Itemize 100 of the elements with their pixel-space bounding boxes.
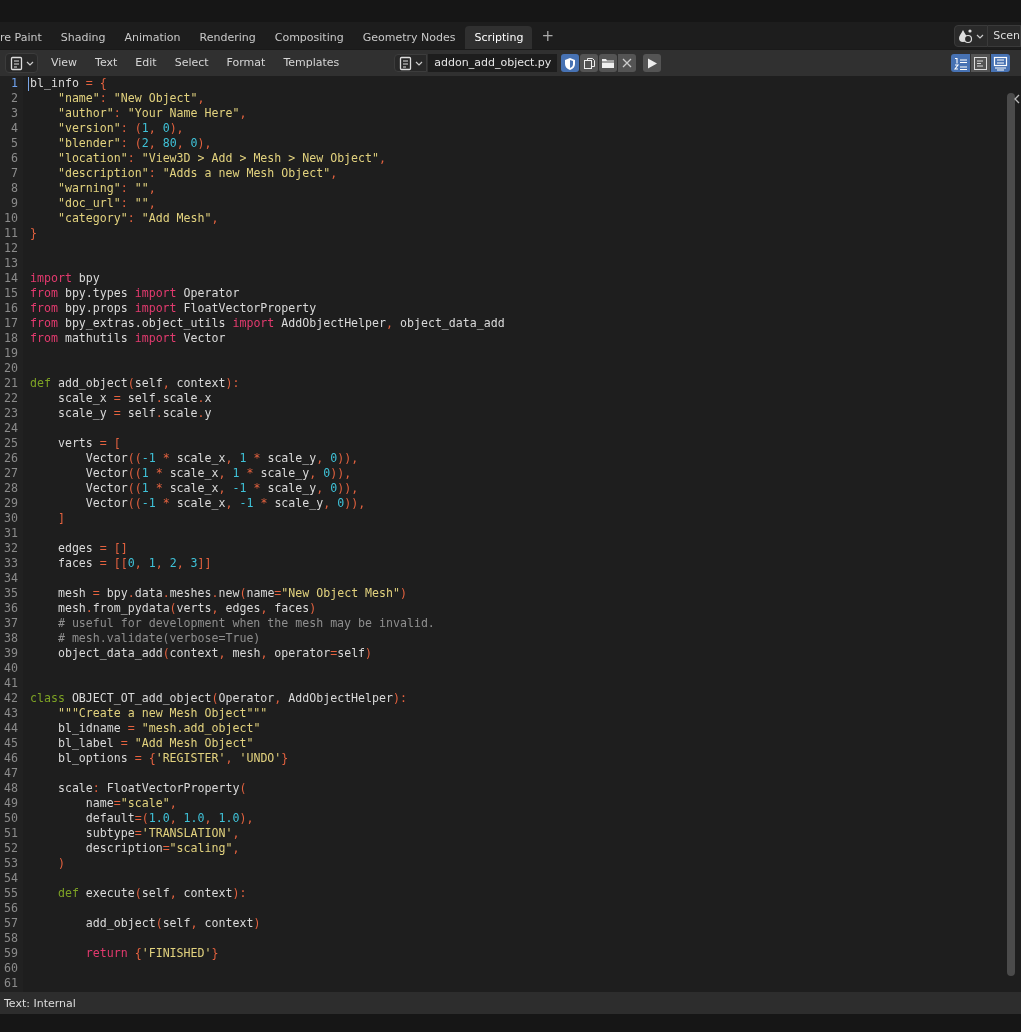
code-line: mesh.from_pydata(verts, edges, faces): [56, 601, 317, 616]
menu-item[interactable]: Templates: [274, 54, 349, 72]
line-number: 38: [3, 631, 18, 646]
menu-item[interactable]: Text: [86, 54, 127, 72]
line-number: 48: [3, 781, 18, 796]
code-line: from bpy.types import Operator: [30, 286, 240, 301]
line-number: 14: [3, 271, 18, 286]
line-number: 36: [3, 601, 18, 616]
line-number: 44: [3, 721, 18, 736]
play-icon: [647, 57, 658, 69]
code-line: object_data_add(context, mesh, operator=self): [56, 646, 373, 661]
code-line: # useful for development when the mesh may be invalid.: [56, 616, 435, 631]
line-number: 37: [3, 616, 18, 631]
line-number: 34: [3, 571, 18, 586]
run-script-button[interactable]: [643, 54, 662, 72]
workspace-tab[interactable]: Scripting: [465, 26, 533, 49]
code-line: from mathutils import Vector: [30, 331, 226, 346]
line-number: 19: [3, 346, 18, 361]
folder-icon: [601, 57, 616, 69]
word-wrap-icon: [973, 55, 988, 71]
view-toggle-button[interactable]: [971, 54, 990, 72]
line-number: 24: [3, 421, 18, 436]
menu-item[interactable]: View: [42, 54, 87, 72]
line-number: 23: [3, 406, 18, 421]
code-line: "version": (1, 0),: [56, 121, 184, 136]
code-line: add_object(self, context): [84, 916, 261, 931]
new-text-button[interactable]: [580, 54, 599, 72]
line-number: 47: [3, 766, 18, 781]
code-line: "author": "Your Name Here",: [56, 106, 247, 121]
line-number: 32: [3, 541, 18, 556]
line-number: 15: [3, 286, 18, 301]
line-number: 18: [3, 331, 18, 346]
text-name-field[interactable]: addon_add_object.py: [428, 54, 558, 72]
line-number: 29: [3, 496, 18, 511]
line-number: 16: [3, 301, 18, 316]
code-line: bl_idname = "mesh.add_object": [56, 721, 261, 736]
line-number: 57: [3, 916, 18, 931]
code-line: class OBJECT_OT_add_object(Operator, AddObjectHelper):: [30, 691, 407, 706]
chevron-left-icon[interactable]: [1014, 94, 1020, 104]
open-file-button[interactable]: [599, 54, 618, 72]
scene-selector[interactable]: Scen: [988, 25, 1021, 47]
line-number: 7: [10, 166, 18, 181]
add-workspace-button[interactable]: +: [533, 26, 562, 45]
line-number: 12: [3, 241, 18, 256]
line-number: 27: [3, 466, 18, 481]
scene-icon: [958, 28, 975, 44]
text-browse-button[interactable]: [394, 54, 428, 72]
fake-user-button[interactable]: [561, 54, 580, 72]
view-toggle-button[interactable]: [951, 54, 970, 72]
status-text: Text: Internal: [4, 996, 76, 1010]
workspace-tab[interactable]: Rendering: [190, 26, 265, 49]
code-line: "name": "New Object",: [56, 91, 205, 106]
workspace-tab[interactable]: Animation: [115, 26, 190, 49]
line-number: 3: [10, 106, 18, 121]
code-line: return {'FINISHED'}: [84, 946, 219, 961]
line-number: 8: [10, 181, 18, 196]
scrollbar[interactable]: [1007, 93, 1015, 976]
workspace-tab[interactable]: re Paint: [0, 26, 51, 49]
code-line: bl_info = {: [30, 76, 107, 91]
code-line: from bpy_extras.object_utils import AddObjectHelper, object_data_add: [30, 316, 505, 331]
unlink-button[interactable]: [618, 54, 637, 72]
caret-icon: [26, 59, 34, 67]
line-number: 46: [3, 751, 18, 766]
line-number: 45: [3, 736, 18, 751]
line-number: 61: [3, 976, 18, 991]
line-number: 25: [3, 436, 18, 451]
line-number: 55: [3, 886, 18, 901]
line-number: 35: [3, 586, 18, 601]
line-number: 30: [3, 511, 18, 526]
code-line: bl_options = {'REGISTER', 'UNDO'}: [56, 751, 289, 766]
menu-item[interactable]: Edit: [126, 54, 166, 72]
code-line: scale_x = self.scale.x: [56, 391, 212, 406]
line-number: 2: [10, 91, 18, 106]
line-number: 22: [3, 391, 18, 406]
code-line: import bpy: [30, 271, 100, 286]
line-number: 10: [3, 211, 18, 226]
menu-item[interactable]: Format: [217, 54, 275, 72]
line-number: 31: [3, 526, 18, 541]
caret-icon: [415, 59, 424, 67]
menu-item[interactable]: Select: [165, 54, 218, 72]
line-number: 56: [3, 901, 18, 916]
line-number: 33: [3, 556, 18, 571]
code-line: Vector((1 * scale_x, 1 * scale_y, 0)),: [84, 466, 352, 481]
code-line: from bpy.props import FloatVectorProperty: [30, 301, 317, 316]
line-number: 54: [3, 871, 18, 886]
workspace-tab[interactable]: Geometry Nodes: [353, 26, 465, 49]
line-number: 51: [3, 826, 18, 841]
line-number: 28: [3, 481, 18, 496]
view-toggle-button[interactable]: [991, 54, 1010, 72]
close-icon: [622, 58, 633, 68]
code-line: mesh = bpy.data.meshes.new(name="New Object Mesh"): [56, 586, 407, 601]
code-line: "doc_url": "",: [56, 196, 156, 211]
code-line: ]: [56, 511, 65, 526]
workspace-tab[interactable]: Compositing: [265, 26, 353, 49]
editor-type-button[interactable]: [5, 53, 38, 73]
code-line: Vector((1 * scale_x, -1 * scale_y, 0)),: [84, 481, 359, 496]
caret-icon: [976, 32, 985, 40]
scene-type-button[interactable]: [954, 25, 989, 47]
workspace-tab[interactable]: Shading: [51, 26, 115, 49]
code-line: default=(1.0, 1.0, 1.0),: [84, 811, 254, 826]
